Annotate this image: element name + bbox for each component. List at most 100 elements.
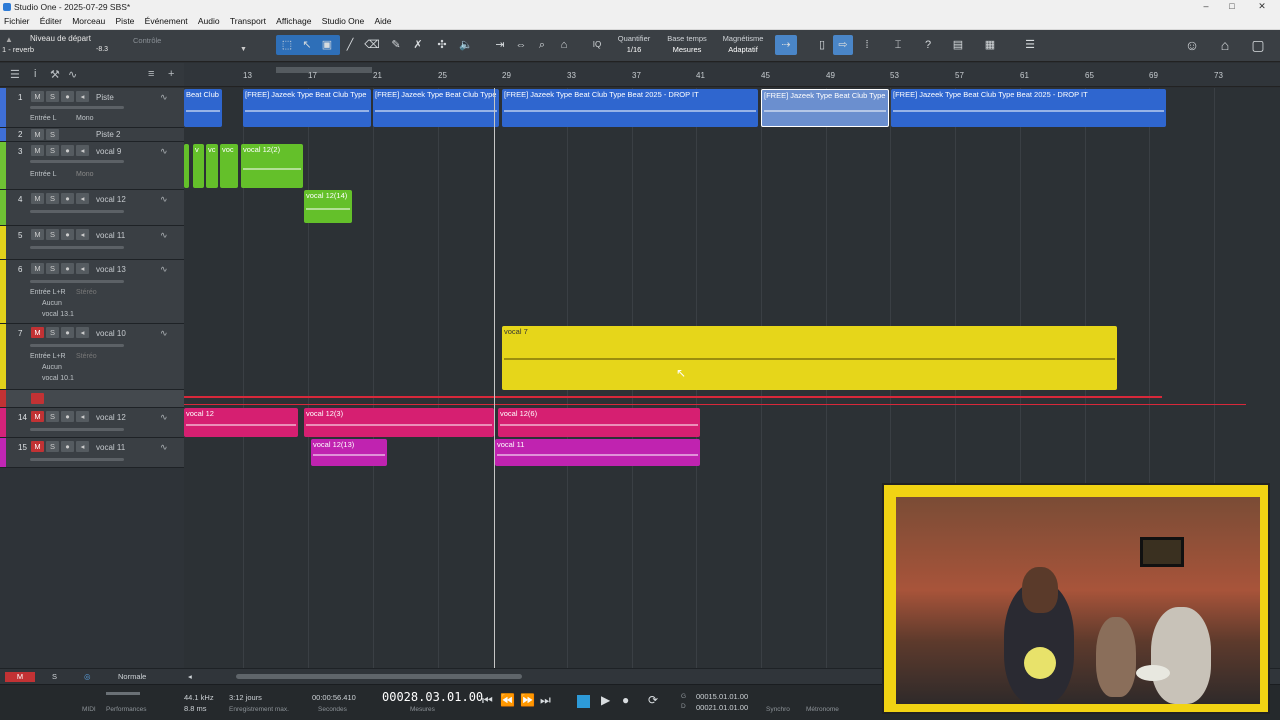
snap-group[interactable]: Magnétisme Adaptatif (718, 34, 768, 54)
mode-label[interactable]: Mono (76, 115, 94, 122)
waveform-icon[interactable]: ∿ (160, 264, 168, 275)
menu-audio[interactable]: Audio (194, 14, 224, 26)
sync-label[interactable]: Synchro (766, 706, 790, 713)
volume-slider[interactable] (30, 428, 124, 431)
help-icon[interactable]: ? (918, 35, 938, 55)
solo-button[interactable]: S (46, 91, 59, 102)
performance-label[interactable]: Performances (106, 706, 146, 713)
listen-tool-icon[interactable]: 🔈 (456, 35, 476, 55)
menu-affichage[interactable]: Affichage (272, 14, 315, 26)
mute-button[interactable]: M (31, 129, 44, 140)
mute-button[interactable]: M (31, 229, 44, 240)
zoom-icon[interactable]: ⌕ (532, 35, 552, 55)
eraser-icon[interactable]: ⌫ (362, 35, 382, 55)
volume-slider[interactable] (30, 458, 124, 461)
global-solo-button[interactable]: S (52, 672, 57, 681)
pointer-icon[interactable]: ⬚ (277, 35, 297, 55)
video-icon[interactable]: ▤ (948, 35, 968, 55)
track-14[interactable]: 14 M S ● ◂ vocal 12 ∿ (0, 408, 184, 438)
mute-button[interactable]: M (31, 91, 44, 102)
solo-button[interactable]: S (46, 145, 59, 156)
mute-button[interactable]: M (31, 145, 44, 156)
volume-slider[interactable] (30, 106, 124, 109)
solo-button[interactable]: S (46, 327, 59, 338)
maximize-button[interactable]: □ (1222, 1, 1242, 13)
input-label[interactable]: Entrée L+R (30, 289, 66, 296)
loop-end[interactable]: 00021.01.01.00 (696, 703, 748, 712)
record-icon[interactable]: ● (61, 327, 74, 338)
audio-clip[interactable]: vocal 12(14) (304, 190, 352, 223)
mute-tool-icon[interactable]: ✗ (408, 35, 428, 55)
solo-button[interactable]: S (46, 229, 59, 240)
arrow-tool-icon[interactable]: ↖ (297, 35, 317, 55)
waveform-icon[interactable]: ∿ (160, 328, 168, 339)
audio-clip[interactable]: [FREE] Jazeek Type Beat Club Type (243, 89, 371, 127)
monitor-icon[interactable]: ◂ (76, 193, 89, 204)
menu-fichier[interactable]: Fichier (0, 14, 34, 26)
monitor-icon[interactable]: ◂ (76, 145, 89, 156)
scroll-left-icon[interactable]: ◂ (188, 672, 192, 681)
track-5[interactable]: 5 M S ● ◂ vocal 11 ∿ (0, 226, 184, 260)
monitor-icon[interactable]: ◂ (76, 263, 89, 274)
track-3[interactable]: 3 M S ● ◂ vocal 9 ∿ Entrée L Mono (0, 142, 184, 190)
audio-clip[interactable]: [FREE] Jazeek Type Beat Club Type (373, 89, 499, 127)
return-zero-icon[interactable]: ⏮ (482, 693, 493, 708)
track-4[interactable]: 4 M S ● ◂ vocal 12 ∿ (0, 190, 184, 226)
bend-tool-icon[interactable]: ✣ (432, 35, 452, 55)
bars-label[interactable]: Mesures (410, 706, 435, 713)
loop-range[interactable] (276, 67, 372, 73)
record-icon[interactable]: ● (61, 263, 74, 274)
list-icon[interactable]: ≡ (148, 68, 154, 80)
grid-view-icon[interactable]: ▦ (980, 35, 1000, 55)
dropdown-icon[interactable]: ▼ (240, 46, 247, 53)
global-mute-button[interactable]: M (5, 672, 35, 682)
folder-track[interactable] (0, 390, 184, 408)
mute-button[interactable]: M (31, 441, 44, 452)
track-name[interactable]: Piste 2 (96, 130, 120, 139)
end-icon[interactable]: ⏭ (540, 693, 551, 708)
expand-icon[interactable]: ▲ (5, 35, 13, 44)
playhead[interactable] (494, 88, 495, 668)
waveform-icon[interactable]: ∿ (160, 92, 168, 103)
home-icon[interactable]: ⌂ (1215, 35, 1235, 55)
split-view-icon[interactable]: ⁞ (857, 35, 877, 55)
bars-display[interactable]: 00028.03.01.00 (382, 690, 483, 704)
menu-aide[interactable]: Aide (370, 14, 395, 26)
timebase-group[interactable]: Base temps Mesures (662, 34, 712, 54)
audio-clip[interactable]: vocal 12 (184, 408, 298, 437)
waveform-icon[interactable]: ∿ (160, 442, 168, 453)
mute-button[interactable]: M (31, 411, 44, 422)
send-label[interactable]: Aucun (42, 300, 62, 307)
stretch-icon[interactable]: ⇔ (511, 35, 531, 55)
audio-clip[interactable]: vocal 12(6) (498, 408, 700, 437)
autoscroll-icon[interactable]: ⌂ (554, 35, 574, 55)
audio-clip[interactable]: v (193, 144, 204, 188)
record-icon[interactable]: ● (61, 193, 74, 204)
input-label[interactable]: Entrée L+R (30, 353, 66, 360)
snap-value[interactable]: Adaptatif (718, 45, 768, 54)
automation-icon[interactable]: ∿ (68, 68, 77, 81)
record-icon[interactable]: ● (61, 91, 74, 102)
track-15[interactable]: 15 M S ● ◂ vocal 11 ∿ (0, 438, 184, 468)
record-icon[interactable]: ● (61, 411, 74, 422)
track-name[interactable]: vocal 11 (96, 443, 125, 452)
loop-icon[interactable]: ⟳ (648, 693, 658, 707)
snap-toggle-icon[interactable]: ⇢ (775, 35, 797, 55)
volume-slider[interactable] (30, 246, 124, 249)
solo-button[interactable]: S (46, 263, 59, 274)
level-value[interactable]: -8.3 (96, 46, 108, 53)
route-label[interactable]: vocal 10.1 (42, 375, 74, 382)
audio-clip[interactable]: vocal 12(2) (241, 144, 303, 188)
mode-label[interactable]: Stéréo (76, 289, 97, 296)
link-icon[interactable]: ◎ (84, 672, 91, 681)
record-icon[interactable]: ● (61, 145, 74, 156)
monitor-icon[interactable]: ◂ (76, 91, 89, 102)
audio-clip[interactable]: vc (206, 144, 218, 188)
close-button[interactable]: ✕ (1252, 1, 1272, 13)
audio-clip[interactable]: vocal 12(3) (304, 408, 494, 437)
track-7[interactable]: 7 M S ● ◂ vocal 10 ∿ Entrée L+R Stéréo A… (0, 324, 184, 390)
audio-clip[interactable]: voc (220, 144, 238, 188)
layout-icon[interactable]: ☰ (1020, 35, 1040, 55)
input-label[interactable]: Entrée L (30, 171, 56, 178)
audio-clip[interactable]: Beat Club (184, 89, 222, 127)
